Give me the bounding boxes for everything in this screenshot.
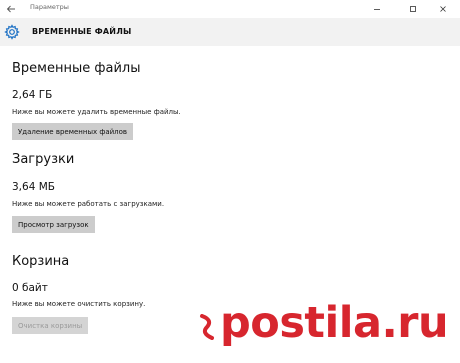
watermark: postila.ru (220, 298, 449, 348)
delete-temp-files-button[interactable]: Удаление временных файлов (12, 123, 134, 140)
minimize-button[interactable] (366, 0, 388, 18)
empty-recycle-bin-button[interactable]: Очистка корзины (12, 317, 89, 334)
temp-files-size: 2,64 ГБ (12, 89, 53, 101)
back-arrow-icon (6, 5, 15, 13)
temp-files-description: Ниже вы можете удалить временные файлы. (12, 108, 181, 116)
downloads-description: Ниже вы можете работать с загрузками. (12, 200, 165, 208)
recycle-bin-description: Ниже вы можете очистить корзину. (12, 300, 146, 308)
back-button[interactable] (2, 0, 20, 18)
section-title-downloads: Загрузки (12, 152, 75, 167)
view-downloads-button[interactable]: Просмотр загрузок (12, 216, 95, 233)
minimize-icon (374, 9, 380, 10)
downloads-size: 3,64 МБ (12, 181, 55, 193)
close-icon (440, 6, 446, 12)
section-title-recycle-bin: Корзина (12, 254, 70, 269)
page-header: ВРЕМЕННЫЕ ФАЙЛЫ (0, 18, 460, 46)
section-title-temp-files: Временные файлы (12, 61, 141, 76)
title-bar: Параметры (0, 0, 460, 18)
recycle-bin-size: 0 байт (12, 282, 48, 294)
page-title: ВРЕМЕННЫЕ ФАЙЛЫ (32, 27, 132, 36)
maximize-button[interactable] (402, 0, 424, 18)
watermark-logo-icon (200, 314, 214, 340)
settings-window: Параметры ВРЕМЕННЫЕ ФАЙЛЫ Временные файл… (0, 0, 460, 363)
close-button[interactable] (432, 0, 454, 18)
window-title: Параметры (30, 3, 69, 11)
maximize-icon (410, 6, 416, 12)
gear-icon (4, 24, 20, 40)
